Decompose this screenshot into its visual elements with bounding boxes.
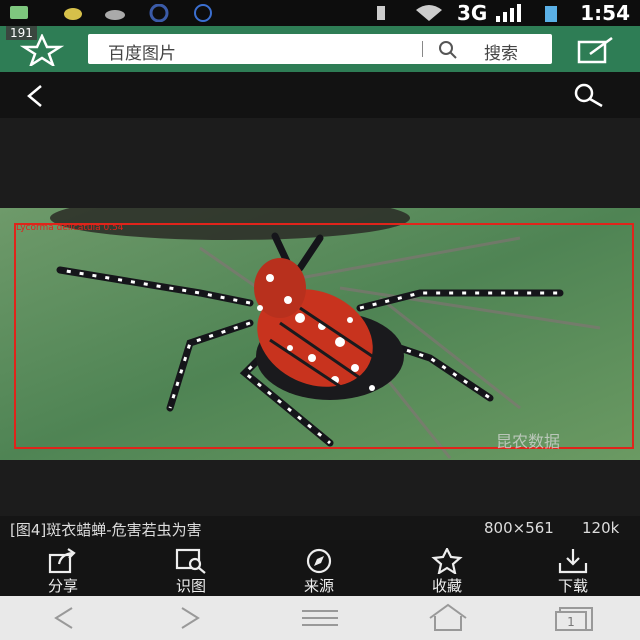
weather-icon	[64, 8, 82, 20]
image-caption: [图4]斑衣蜡蝉-危害若虫为害 800×561 120k	[0, 516, 640, 540]
forward-icon[interactable]	[178, 606, 204, 630]
image-search-button[interactable]: 识图	[156, 542, 226, 595]
search-icon	[439, 41, 457, 59]
search-header: 191 百度图片 搜索	[0, 26, 640, 72]
download-icon	[558, 549, 588, 574]
tabs-icon[interactable]: 1	[554, 604, 596, 632]
image-file-size: 120k	[582, 519, 620, 537]
favorite-label: 收藏	[431, 577, 462, 595]
share-label: 分享	[47, 577, 78, 595]
share-icon	[48, 548, 76, 574]
app-icon	[194, 4, 212, 22]
image-search-icon	[175, 548, 206, 574]
search-placeholder: 百度图片	[108, 44, 176, 64]
action-toolbar: 分享 识图 来源 收藏 下载	[0, 540, 640, 596]
wifi-icon	[416, 5, 442, 21]
vibrate-icon	[377, 6, 385, 20]
edit-icon[interactable]	[576, 36, 616, 64]
image-title: [图4]斑衣蜡蝉-危害若虫为害	[10, 521, 202, 539]
search-input[interactable]: 百度图片 搜索	[88, 34, 552, 64]
home-icon[interactable]	[426, 602, 470, 632]
detection-box	[14, 223, 634, 449]
cloud-icon	[105, 10, 125, 20]
search-button[interactable]: 搜索	[484, 39, 518, 64]
image-nav-bar	[0, 72, 640, 118]
back-icon[interactable]	[24, 84, 48, 108]
star-icon	[431, 548, 463, 574]
image-viewer: Lycorma delicatula 0.54 昆农数据	[0, 118, 640, 516]
menu-icon[interactable]	[300, 608, 340, 628]
detection-label: Lycorma delicatula 0.54	[16, 223, 124, 233]
status-bar: 3G 1:54	[0, 0, 640, 26]
source-button[interactable]: 来源	[284, 542, 354, 595]
source-label: 来源	[303, 577, 334, 595]
back-icon[interactable]	[50, 606, 76, 630]
message-icon	[10, 6, 28, 19]
download-button[interactable]: 下载	[538, 542, 608, 595]
image-search-label: 识图	[175, 577, 206, 595]
download-label: 下载	[557, 577, 588, 595]
share-button[interactable]: 分享	[28, 542, 98, 595]
favorite-button[interactable]: 收藏	[412, 542, 482, 595]
photo-watermark: 昆农数据	[496, 432, 561, 451]
star-icon[interactable]	[20, 34, 64, 66]
image-dimensions: 800×561	[484, 519, 554, 537]
app-icon	[149, 4, 169, 22]
clock: 1:54	[580, 1, 630, 25]
signal-icon	[496, 4, 521, 22]
search-icon[interactable]	[570, 82, 606, 108]
divider	[422, 41, 423, 57]
network-type: 3G	[457, 1, 488, 25]
browser-nav-bar: 1	[0, 596, 640, 640]
compass-icon	[306, 548, 332, 574]
battery-icon	[545, 6, 557, 22]
svg-text:1: 1	[567, 615, 575, 629]
